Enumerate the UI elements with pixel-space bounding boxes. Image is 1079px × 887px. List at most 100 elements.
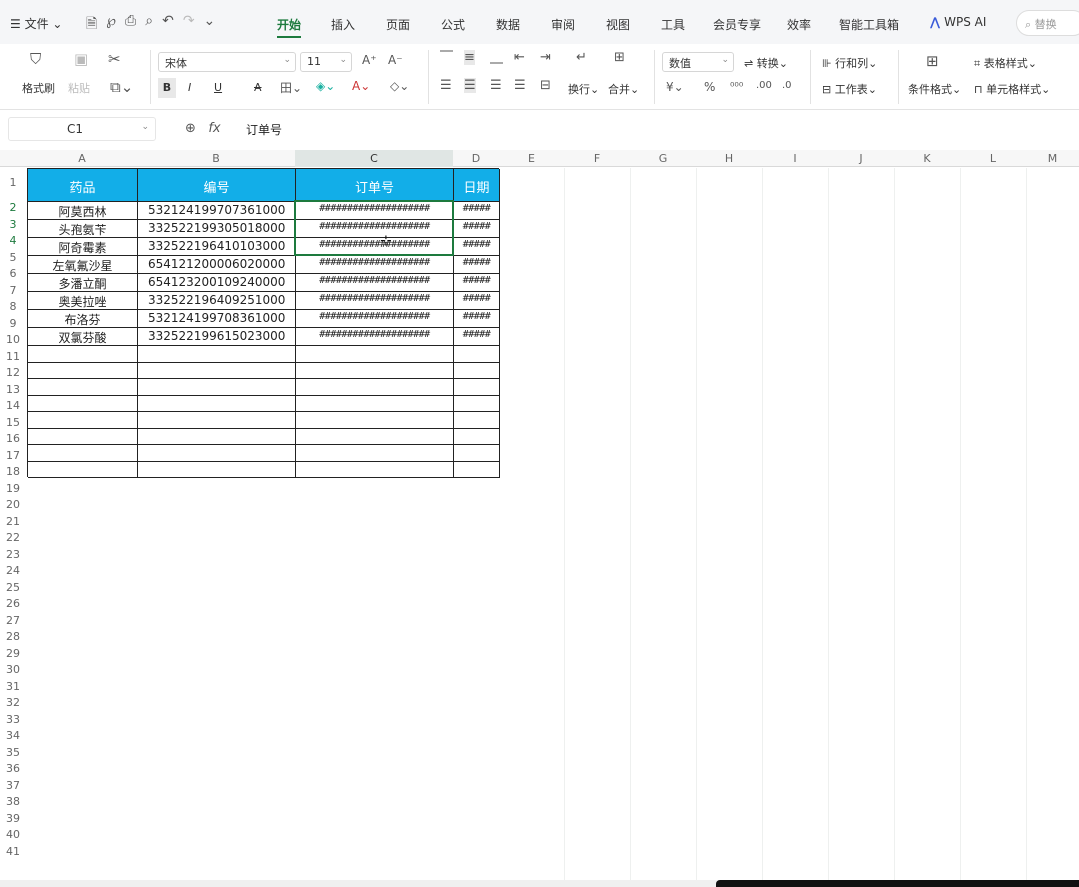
tab-data[interactable]: 数据 [496,16,520,33]
row-header[interactable]: 39 [0,812,26,825]
table-cell[interactable] [454,445,500,462]
column-header-d[interactable]: D [453,152,499,165]
chevron-down-icon[interactable]: ⌄ [204,13,216,37]
row-header[interactable]: 38 [0,795,26,808]
table-cell[interactable] [28,362,138,379]
table-cell[interactable]: 654121200006020000 [138,256,296,274]
redo-icon[interactable]: ↷ [183,13,195,37]
conditional-format-button[interactable]: 条件格式⌄ [908,81,961,97]
column-header-h[interactable]: H [696,152,762,165]
cut-icon[interactable]: ✂ [108,50,121,68]
fx-icon[interactable]: fx [208,121,220,136]
table-cell[interactable] [296,395,454,412]
row-header[interactable]: 16 [0,432,26,445]
row-header[interactable]: 29 [0,647,26,660]
font-name-select[interactable]: 宋体 ⌄ [158,52,296,72]
indent-decrease-icon[interactable]: ⇤ [514,50,525,65]
row-header[interactable]: 5 [0,251,26,264]
row-header[interactable]: 23 [0,548,26,561]
table-cell[interactable] [296,346,454,363]
row-header[interactable]: 32 [0,696,26,709]
column-header-c[interactable]: C [295,150,453,167]
row-header[interactable]: 20 [0,498,26,511]
table-cell[interactable] [138,395,296,412]
table-cell[interactable] [28,379,138,396]
decrease-decimal-icon[interactable]: .0 [782,80,792,91]
merge-cells-button[interactable]: 合并⌄ [608,81,639,97]
align-left-icon[interactable]: ☰ [440,78,452,93]
distributed-icon[interactable]: ⊟ [540,78,551,93]
table-cell[interactable] [296,428,454,445]
column-header-a[interactable]: A [27,152,137,165]
name-box[interactable]: C1 ⌄ [8,117,156,141]
bold-button[interactable]: B [158,78,176,98]
row-header[interactable]: 41 [0,845,26,858]
indent-increase-icon[interactable]: ⇥ [540,50,551,65]
undo-icon[interactable]: ↶ [162,13,174,37]
table-cell[interactable]: #################### [296,220,454,238]
table-cell[interactable]: 532124199708361000 [138,310,296,328]
column-header-b[interactable]: B [137,152,295,165]
tab-home[interactable]: 开始 [277,16,302,38]
table-cell[interactable]: #################### [296,238,454,256]
table-cell[interactable] [138,445,296,462]
table-cell[interactable] [138,346,296,363]
number-format-select[interactable]: 数值 ⌄ [662,52,734,72]
font-color-icon[interactable]: A⌄ [352,79,370,93]
column-header-f[interactable]: F [564,152,630,165]
row-header[interactable]: 25 [0,581,26,594]
table-cell[interactable]: ##### [454,256,500,274]
row-column-button[interactable]: ⊪ 行和列⌄ [822,55,877,71]
italic-button[interactable]: I [188,81,191,94]
row-header[interactable]: 12 [0,366,26,379]
wrap-icon[interactable]: ↵ [576,50,587,65]
row-header[interactable]: 37 [0,779,26,792]
merge-icon[interactable]: ⊞ [614,50,625,65]
row-header[interactable]: 34 [0,729,26,742]
table-cell[interactable] [28,445,138,462]
row-header[interactable]: 9 [0,317,26,330]
table-cell[interactable]: ##### [454,220,500,238]
clear-format-icon[interactable]: ◇⌄ [390,79,409,93]
table-cell[interactable] [28,395,138,412]
table-cell[interactable]: ##### [454,328,500,346]
increase-font-icon[interactable]: A⁺ [362,53,377,67]
column-header-k[interactable]: K [894,152,960,165]
table-cell[interactable] [138,461,296,478]
tab-smart-toolbox[interactable]: 智能工具箱 [839,16,899,33]
format-painter-button[interactable]: 格式刷 [22,80,55,96]
header-cell[interactable]: 药品 [28,169,138,202]
row-header[interactable]: 18 [0,465,26,478]
row-header[interactable]: 27 [0,614,26,627]
zoom-icon[interactable]: ⊕ [185,121,196,136]
row-header[interactable]: 26 [0,597,26,610]
row-header[interactable]: 36 [0,762,26,775]
formula-input[interactable]: 订单号 [246,121,282,138]
row-header[interactable]: 17 [0,449,26,462]
table-cell[interactable] [454,362,500,379]
header-cell[interactable]: 日期 [454,169,500,202]
row-header[interactable]: 2 [0,201,26,214]
underline-button[interactable]: U [214,81,222,94]
table-cell[interactable] [28,346,138,363]
row-header[interactable]: 24 [0,564,26,577]
tab-member[interactable]: 会员专享 [713,16,761,33]
convert-button[interactable]: ⇌ 转换⌄ [744,55,788,71]
row-header[interactable]: 19 [0,482,26,495]
wps-ai-button[interactable]: ⋀ WPS AI [930,15,986,29]
table-cell[interactable] [454,412,500,429]
tab-tools[interactable]: 工具 [661,16,685,33]
row-header[interactable]: 8 [0,300,26,313]
fill-color-icon[interactable]: ◈⌄ [316,79,335,93]
table-cell[interactable] [454,379,500,396]
file-menu[interactable]: ☰ 文件 ⌄ [10,15,62,32]
strikethrough-button[interactable]: A [254,81,262,94]
row-header[interactable]: 13 [0,383,26,396]
row-header[interactable]: 3 [0,218,26,231]
row-header[interactable]: 6 [0,267,26,280]
tab-formula[interactable]: 公式 [441,16,465,33]
row-header[interactable]: 35 [0,746,26,759]
column-header-i[interactable]: I [762,152,828,165]
table-cell[interactable]: 332522199305018000 [138,220,296,238]
row-header[interactable]: 30 [0,663,26,676]
